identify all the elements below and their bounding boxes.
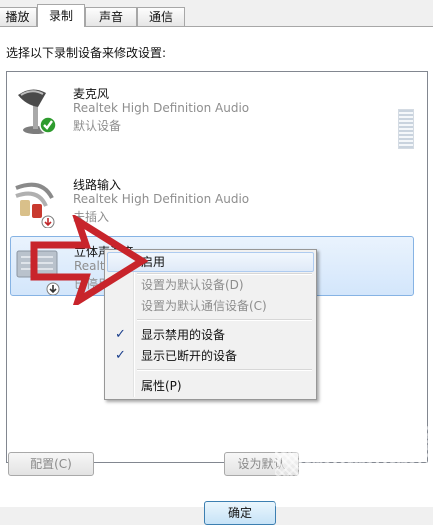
device-item-microphone[interactable]: 麦克风 Realtek High Definition Audio 默认设备: [10, 79, 414, 139]
menu-item-label: 设置为默认设备(D): [141, 278, 244, 292]
microphone-icon: [18, 89, 57, 134]
menu-item-show-disabled[interactable]: ✓ 显示禁用的设备: [107, 325, 314, 345]
menu-item-label: 显示已断开的设备: [141, 349, 238, 363]
menu-separator: [137, 369, 312, 371]
check-icon: ✓: [115, 348, 126, 363]
tab-strip: 播放 录制 声音 通信: [0, 0, 433, 27]
tab-playback[interactable]: 播放: [0, 7, 37, 26]
menu-item-label: 显示禁用的设备: [141, 328, 226, 342]
device-status: 默认设备: [73, 119, 122, 133]
instruction-text: 选择以下录制设备来修改设置:: [6, 46, 167, 60]
menu-item-show-disconnected[interactable]: ✓ 显示已断开的设备: [107, 346, 314, 366]
configure-button[interactable]: 配置(C): [8, 452, 94, 476]
menu-item-properties[interactable]: 属性(P): [107, 376, 314, 396]
device-driver: Realtek High Definition Audio: [73, 101, 250, 115]
device-driver: Realtek High Definition Audio: [73, 192, 250, 206]
watermark-overlay: [275, 425, 433, 507]
tab-recording[interactable]: 录制: [37, 4, 85, 27]
tab-sounds[interactable]: 声音: [85, 7, 137, 26]
check-icon: ✓: [115, 327, 126, 342]
menu-item-label: 属性(P): [141, 379, 182, 393]
menu-separator: [137, 319, 312, 321]
device-name: 麦克风: [73, 87, 110, 101]
tab-communications[interactable]: 通信: [137, 7, 185, 26]
device-name: 线路输入: [73, 178, 122, 192]
annotation-arrow-icon: [30, 215, 149, 305]
menu-item-label: 设置为默认通信设备(C): [141, 299, 267, 313]
ok-button[interactable]: 确定: [204, 501, 276, 525]
level-meter: [398, 109, 414, 149]
